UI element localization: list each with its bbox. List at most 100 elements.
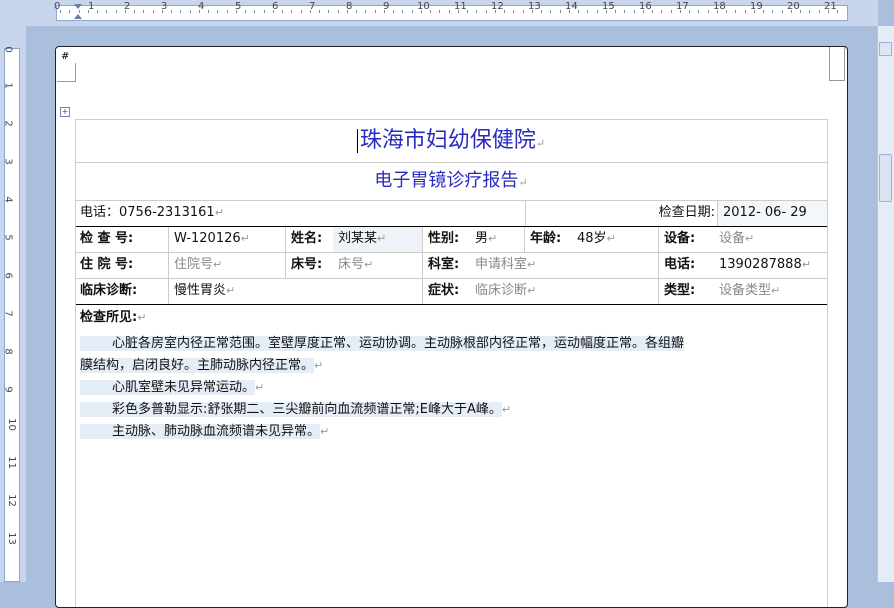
ruler-tick (69, 10, 70, 13)
ruler-tick (60, 10, 61, 13)
paragraph-mark: ↵ (501, 403, 512, 416)
ruler-number: 18 (713, 1, 726, 12)
ruler-tick (449, 10, 450, 13)
exam-no-value: W-120126 (174, 231, 241, 246)
first-line-indent-marker[interactable] (74, 4, 82, 9)
bed-label: 床号: (291, 257, 323, 272)
department-field[interactable]: 申请科室↵ (470, 253, 659, 278)
phone-date-row[interactable]: 电话：0756-2313161↵ 检查日期: 2012- 06- 29 (75, 201, 827, 227)
ruler-tick (606, 10, 607, 13)
ruler-tick (319, 10, 320, 13)
ruler-tick (412, 10, 413, 13)
paragraph-mark: ↵ (240, 232, 250, 245)
ruler-number: 21 (824, 1, 837, 12)
symptom-field[interactable]: 临床诊断↵ (470, 279, 659, 304)
paragraph-mark: ↵ (488, 232, 498, 245)
hospital-phone-cell[interactable]: 电话：0756-2313161↵ (75, 201, 526, 226)
hanging-indent-marker[interactable] (74, 14, 82, 19)
ruler-tick (643, 10, 644, 13)
ruler-number: 20 (787, 1, 800, 12)
vertical-ruler[interactable]: 0 1 2 3 4 5 6 7 8 9 10 11 12 13 (0, 26, 26, 582)
bed-field[interactable]: 床号↵ (333, 253, 423, 278)
ruler-tick (782, 10, 783, 13)
info-row-1: 检 查 号: W-120126↵ 姓名: 刘某某↵ 性别: 男↵ 年龄: 48岁… (75, 227, 827, 253)
age-field[interactable]: 48岁↵ (572, 227, 659, 252)
inpatient-no-value: 住院号 (174, 257, 214, 272)
hospital-title-row[interactable]: 珠海市妇幼保健院↵ (75, 119, 827, 163)
ruler-number: 12 (5, 494, 17, 507)
name-label: 姓名: (291, 231, 323, 246)
ruler-tick (199, 10, 200, 13)
hospital-title: 珠海市妇幼保健院 (359, 128, 536, 153)
paragraph-mark: ↵ (314, 359, 324, 372)
findings-section[interactable]: 检查所见:↵ 心脏各房室内径正常范围。室壁厚度正常、运动协调。主动脉根部内径正常… (75, 305, 827, 443)
ruler-tick (680, 10, 681, 13)
ruler-number: 1 (2, 82, 14, 89)
ruler-tick (689, 10, 690, 13)
ruler-tick (467, 10, 468, 13)
findings-text: 主动脉、肺动脉血流频谱未见异常。 (80, 424, 321, 439)
scroll-up-button[interactable] (879, 42, 892, 56)
ruler-tick (717, 10, 718, 13)
exam-no-field[interactable]: W-120126↵ (169, 227, 286, 252)
ruler-tick (754, 10, 755, 13)
name-field[interactable]: 刘某某↵ (333, 227, 423, 252)
ruler-tick (541, 10, 542, 13)
findings-line-5: 主动脉、肺动脉血流频谱未见异常。↵ (80, 421, 827, 443)
age-label: 年龄: (530, 231, 562, 246)
ruler-tick (439, 10, 440, 13)
ruler-tick (190, 10, 191, 13)
ruler-tick (587, 10, 588, 13)
paragraph-mark: ↵ (745, 232, 755, 245)
ruler-tick (106, 10, 107, 13)
exam-date-label: 检查日期: (658, 205, 715, 220)
ruler-tick (227, 10, 228, 13)
vertical-scrollbar[interactable] (877, 26, 894, 582)
ruler-tick (578, 10, 579, 13)
paragraph-mark: ↵ (527, 284, 537, 297)
ruler-tick (671, 10, 672, 13)
ruler-tick (800, 10, 801, 13)
document-page[interactable]: # + 珠海市妇幼保健院↵ 电子胃镜诊疗报告↵ 电话：0756-2313161↵… (55, 46, 848, 608)
paragraph-mark: ↵ (606, 232, 616, 245)
device-field[interactable]: 设备↵ (714, 227, 827, 252)
ruler-number: 6 (2, 272, 14, 279)
inpatient-no-field[interactable]: 住院号↵ (169, 253, 286, 278)
hospital-phone: 电话：0756-2313161 (80, 205, 215, 220)
exam-date-value: 2012- 06- 29 (723, 205, 807, 220)
ruler-tick (393, 10, 394, 13)
patient-phone-field[interactable]: 1390287888↵ (714, 253, 827, 278)
text-cursor (356, 129, 358, 153)
ruler-number: 15 (602, 1, 615, 12)
ruler-tick (254, 10, 255, 13)
scroll-thumb[interactable] (879, 154, 892, 202)
ruler-tick (217, 10, 218, 13)
table-move-handle-icon[interactable]: + (60, 107, 70, 117)
ruler-tick (569, 10, 570, 13)
ruler-tick (430, 10, 431, 13)
diagnosis-field[interactable]: 慢性胃炎↵ (169, 279, 423, 304)
paragraph-mark: ↵ (137, 311, 147, 324)
findings-line-1: 心脏各房室内径正常范围。室壁厚度正常、运动协调。主动脉根部内径正常，运动幅度正常… (80, 333, 827, 355)
ruler-tick (532, 10, 533, 13)
ruler-number: 13 (528, 1, 541, 12)
ruler-tick (375, 10, 376, 13)
diagnosis-value: 慢性胃炎 (174, 283, 227, 298)
ruler-tick (301, 10, 302, 13)
ruler-number: 3 (2, 158, 14, 165)
ruler-tick (421, 10, 422, 13)
exam-date-field[interactable]: 2012- 06- 29 (717, 201, 827, 226)
ruler-tick (708, 10, 709, 13)
horizontal-ruler[interactable]: 0 1 2 3 4 5 6 7 8 9 10 11 12 13 14 15 16… (0, 0, 878, 26)
ruler-tick (476, 10, 477, 13)
ruler-tick (513, 10, 514, 13)
type-field[interactable]: 设备类型↵ (714, 279, 827, 304)
report-table: 珠海市妇幼保健院↵ 电子胃镜诊疗报告↵ 电话：0756-2313161↵ 检查日… (75, 119, 827, 443)
gender-field[interactable]: 男↵ (470, 227, 525, 252)
ruler-tick (116, 10, 117, 13)
ruler-number: 4 (2, 196, 14, 203)
ruler-tick (652, 10, 653, 13)
report-title-row[interactable]: 电子胃镜诊疗报告↵ (75, 163, 827, 201)
ruler-tick (791, 10, 792, 13)
paragraph-mark: ↵ (801, 258, 811, 271)
